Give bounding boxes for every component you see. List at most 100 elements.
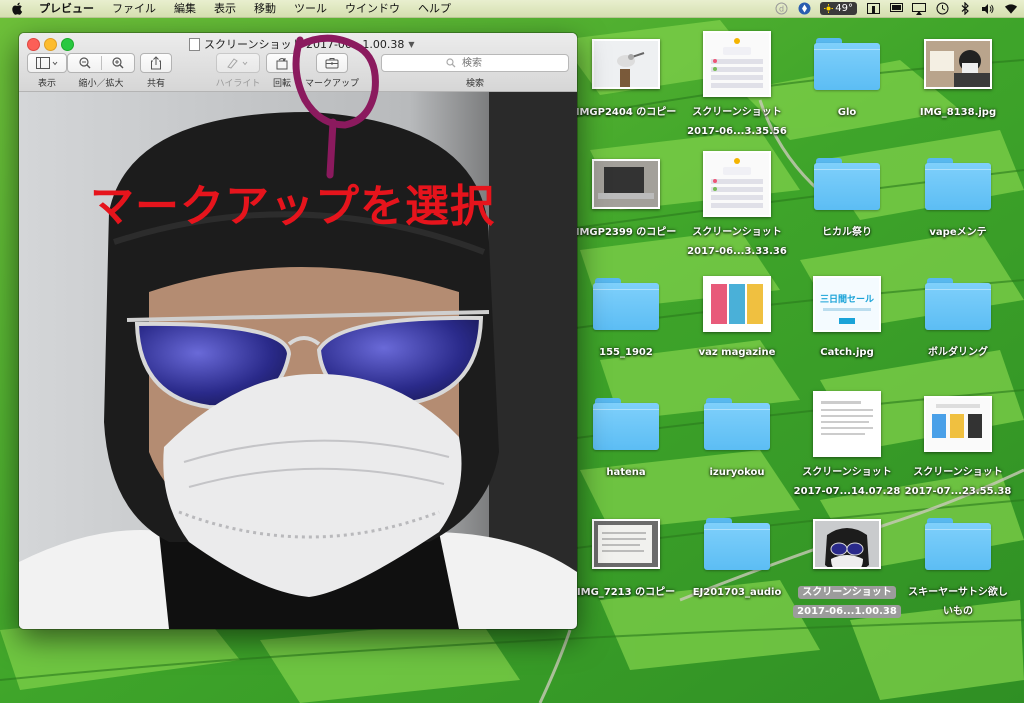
file-thumbnail-icon: 三日間セール — [792, 268, 902, 340]
search-icon — [446, 58, 456, 68]
file-thumbnail-icon — [792, 508, 902, 580]
apple-icon[interactable] — [10, 0, 24, 17]
desktop-icon-label: hatena — [606, 467, 646, 478]
temperature-text: 49° — [835, 3, 853, 14]
desktop-icon[interactable]: スクリーンショット 2017-06...3.33.36 — [682, 148, 792, 258]
desktop-icon-label: izuryokou — [709, 467, 765, 478]
highlighter-icon — [227, 58, 248, 69]
markup-label: マークアップ — [304, 79, 359, 89]
folder-icon — [903, 508, 1013, 580]
menu-tools[interactable]: ツール — [285, 0, 336, 17]
file-thumbnail-icon — [571, 28, 681, 100]
file-thumbnail-icon — [682, 268, 792, 340]
desktop-icon-label: vaz magazine — [698, 347, 776, 358]
display-icon[interactable] — [889, 2, 903, 16]
desktop-icon-label: スクリーンショット — [802, 467, 892, 478]
desktop-icon-label: スクリーンショット — [692, 227, 782, 238]
close-button[interactable] — [27, 38, 40, 51]
share-label: 共有 — [146, 79, 165, 89]
desktop-icon[interactable]: ヒカル祭り — [792, 148, 902, 239]
desktop-icon[interactable]: IMG_8138.jpg — [903, 28, 1013, 119]
desktop-icon[interactable]: ボルダリング — [903, 268, 1013, 359]
window-title-text: スクリーンショット 2017-06...1.00.38 — [204, 38, 405, 51]
menu-window[interactable]: ウインドウ — [336, 0, 409, 17]
minimize-button[interactable] — [44, 38, 57, 51]
menu-edit[interactable]: 編集 — [165, 0, 205, 17]
desktop-icon-label-line2: 2017-06...3.33.36 — [687, 246, 787, 257]
desktop-icon-label: スクリーンショット — [913, 467, 1003, 478]
desktop-icon-label-line2: 2017-06...3.35.56 — [687, 126, 787, 137]
desktop-icon-label-line2: いもの — [943, 606, 973, 617]
desktop-icon[interactable]: スキーヤーサトシ欲し いもの — [903, 508, 1013, 618]
zoom-label: 縮小／拡大 — [78, 79, 124, 89]
dropbox-icon[interactable]: d — [774, 2, 788, 16]
desktop-icon[interactable]: vaz magazine — [682, 268, 792, 359]
desktop-icon[interactable]: スクリーンショット 2017-06...1.00.38 — [792, 508, 902, 618]
bluetooth-icon[interactable] — [958, 2, 972, 16]
search-label: 検索 — [465, 79, 484, 89]
rotate-label: 回転 — [272, 79, 291, 89]
desktop-icon[interactable]: izuryokou — [682, 388, 792, 479]
volume-icon[interactable] — [981, 2, 995, 16]
window-toolbar: スクリーンショット 2017-06...1.00.38 ▼ 表示 縮小／拡大 共… — [19, 33, 577, 92]
desktop-icon[interactable]: vapeメンテ — [903, 148, 1013, 239]
airplay-icon[interactable] — [912, 2, 926, 16]
search-input[interactable] — [460, 56, 504, 70]
window-title[interactable]: スクリーンショット 2017-06...1.00.38 ▼ — [189, 36, 415, 52]
highlight-button[interactable] — [216, 53, 260, 73]
svg-text:d: d — [779, 5, 784, 14]
search-field[interactable] — [381, 54, 569, 72]
desktop-icon[interactable]: IMGP2404 のコピー — [571, 28, 681, 119]
wifi-icon[interactable] — [1004, 2, 1018, 16]
file-thumbnail-icon — [682, 148, 792, 220]
desktop-icon[interactable]: スクリーンショット 2017-07...23.55.38 — [903, 388, 1013, 498]
desktop-icon[interactable]: 三日間セール Catch.jpg — [792, 268, 902, 359]
menu-view[interactable]: 表示 — [205, 0, 245, 17]
rotate-icon — [276, 57, 288, 69]
desktop-icon-label-line2: 2017-06...1.00.38 — [793, 605, 901, 618]
desktop-icon-label: ボルダリング — [928, 347, 988, 358]
desktop-icon[interactable]: スクリーンショット 2017-07...14.07.28 — [792, 388, 902, 498]
view-button[interactable] — [27, 53, 67, 73]
vpn-icon[interactable] — [797, 2, 811, 16]
file-thumbnail-icon — [792, 388, 902, 460]
desktop-icon-label: Glo — [837, 107, 857, 118]
markup-button[interactable] — [316, 53, 348, 73]
desktop-icon[interactable]: スクリーンショット 2017-06...3.35.56 — [682, 28, 792, 138]
screen-icon[interactable] — [866, 2, 880, 16]
menu-help[interactable]: ヘルプ — [409, 0, 460, 17]
rotate-button[interactable] — [266, 53, 298, 73]
menu-go[interactable]: 移動 — [245, 0, 285, 17]
folder-icon — [571, 268, 681, 340]
desktop-icon-label: vapeメンテ — [929, 227, 987, 238]
desktop-icon[interactable]: Glo — [792, 28, 902, 119]
folder-icon — [903, 268, 1013, 340]
sidebar-icon — [36, 57, 58, 69]
zoom-in-button[interactable] — [101, 54, 134, 72]
folder-icon — [682, 388, 792, 460]
folder-icon — [682, 508, 792, 580]
file-thumbnail-icon — [903, 388, 1013, 460]
menu-app-name[interactable]: プレビュー — [30, 0, 103, 17]
desktop-icon[interactable]: 155_1902 — [571, 268, 681, 359]
weather-badge[interactable]: 49° — [820, 2, 857, 15]
zoom-button[interactable] — [61, 38, 74, 51]
desktop-icon-label: EJ201703_audio — [692, 587, 782, 598]
share-button[interactable] — [140, 53, 172, 73]
zoom-out-button[interactable] — [68, 54, 101, 72]
desktop-icon[interactable]: IMGP2399 のコピー — [571, 148, 681, 239]
menu-file[interactable]: ファイル — [103, 0, 165, 17]
desktop-icon-label: IMG_8138.jpg — [919, 107, 997, 118]
file-thumbnail-icon — [682, 28, 792, 100]
document-icon — [189, 37, 200, 51]
desktop-icon-label: スクリーンショット — [798, 586, 896, 599]
chevron-down-icon: ▼ — [408, 39, 415, 49]
desktop-icon-label: 155_1902 — [599, 347, 653, 358]
desktop-icon-label-line2: 2017-07...14.07.28 — [793, 486, 901, 497]
desktop-icon[interactable]: hatena — [571, 388, 681, 479]
desktop-icon[interactable]: EJ201703_audio — [682, 508, 792, 599]
time-machine-icon[interactable] — [935, 2, 949, 16]
folder-icon — [903, 148, 1013, 220]
menu-bar: プレビュー ファイル 編集 表示 移動 ツール ウインドウ ヘルプ d 49° — [0, 0, 1024, 18]
desktop-icon[interactable]: IMG_7213 のコピー — [571, 508, 681, 599]
